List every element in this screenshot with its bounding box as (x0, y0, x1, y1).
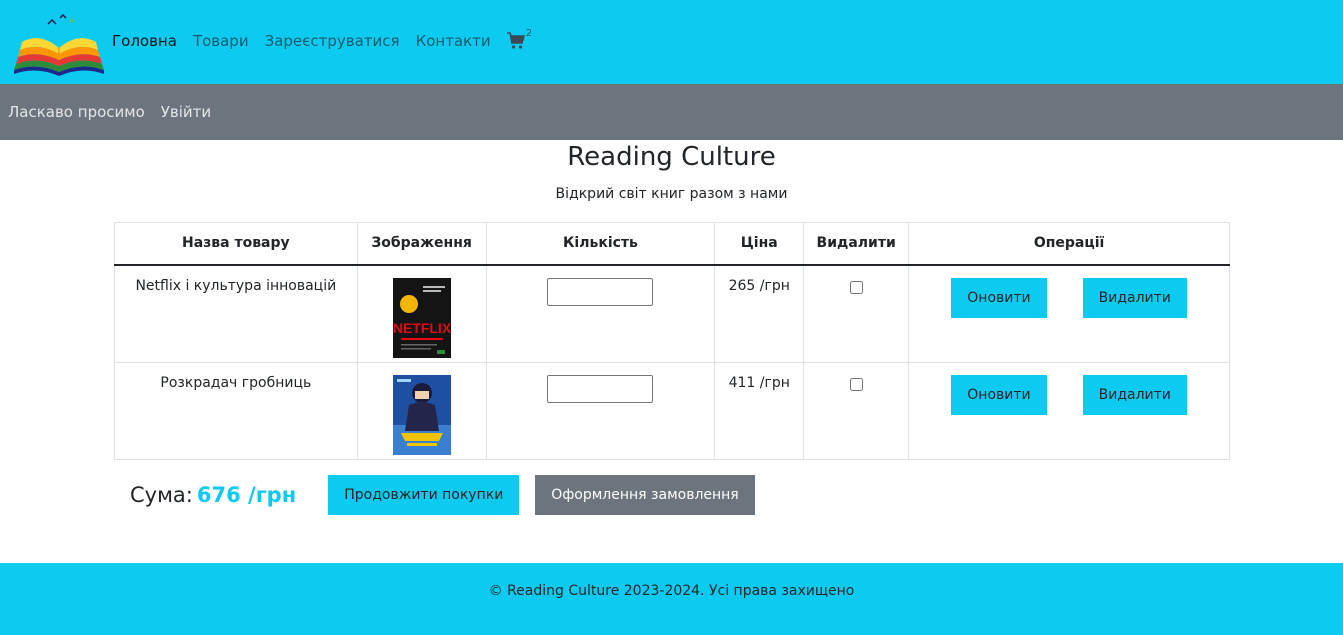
shopping-cart-icon (506, 32, 525, 49)
remove-button[interactable]: Видалити (1082, 277, 1187, 318)
checkout-button[interactable]: Оформлення замовлення (535, 475, 755, 515)
welcome-link[interactable]: Ласкаво просимо (8, 103, 145, 121)
open-book-logo-icon (14, 13, 104, 76)
nav-home-link[interactable]: Головна (112, 32, 177, 50)
column-header-image: Зображення (356, 222, 487, 266)
main-nav: Головна Товари Зареєструватися Контакти … (112, 28, 532, 50)
update-button[interactable]: Оновити (951, 374, 1047, 415)
update-button[interactable]: Оновити (951, 277, 1047, 318)
nav-contacts-link[interactable]: Контакти (416, 32, 491, 50)
product-name: Netflix і культура інновацій (114, 264, 358, 363)
product-price: 411 /грн (714, 361, 805, 460)
delete-checkbox[interactable] (849, 377, 863, 391)
page-subtitle: Відкрий світ книг разом з нами (555, 186, 788, 202)
product-name: Розкрадач гробниць (114, 361, 358, 460)
nav-products-link[interactable]: Товари (193, 32, 249, 50)
column-header-name: Назва товару (114, 222, 358, 266)
column-header-delete: Видалити (803, 222, 910, 266)
quantity-input[interactable] (547, 374, 654, 403)
column-header-operations: Операції (908, 222, 1230, 266)
copyright-text: © Reading Culture 2023-2024. Усі права з… (488, 583, 855, 599)
column-header-price: Ціна (714, 222, 805, 266)
total-label: Сума: (130, 483, 193, 507)
netflix-book-cover[interactable]: NETFLIX (392, 277, 451, 358)
delete-checkbox[interactable] (849, 280, 863, 294)
site-logo[interactable] (12, 12, 106, 76)
table-header-row: Назва товару Зображення Кількість Ціна В… (114, 222, 1230, 266)
page-title: Reading Culture (567, 142, 776, 172)
table-row: Netflix і культура інновацій NETFLIX 265 (114, 264, 1230, 363)
cart-link[interactable]: 2 (506, 28, 532, 50)
svg-text:NETFLIX: NETFLIX (393, 320, 451, 336)
cart-count-badge: 2 (525, 28, 533, 39)
user-bar: Ласкаво просимо Увійти (0, 84, 1343, 140)
total-value: 676 /грн (196, 483, 297, 507)
table-row: Розкрадач гробниць 411 /грн Оновити Вида… (114, 361, 1230, 460)
quantity-input[interactable] (547, 277, 654, 306)
tomb-raider-book-cover[interactable] (392, 374, 451, 455)
cart-summary: Сума: 676 /грн Продовжити покупки Оформл… (130, 475, 755, 515)
continue-shopping-button[interactable]: Продовжити покупки (328, 475, 520, 515)
login-link[interactable]: Увійти (161, 103, 211, 121)
product-price: 265 /грн (714, 264, 805, 363)
top-navbar: Головна Товари Зареєструватися Контакти … (0, 0, 1343, 84)
remove-button[interactable]: Видалити (1082, 374, 1187, 415)
column-header-quantity: Кількість (485, 222, 716, 266)
nav-register-link[interactable]: Зареєструватися (265, 32, 400, 50)
cart-table: Назва товару Зображення Кількість Ціна В… (114, 222, 1230, 460)
footer: © Reading Culture 2023-2024. Усі права з… (0, 563, 1343, 635)
